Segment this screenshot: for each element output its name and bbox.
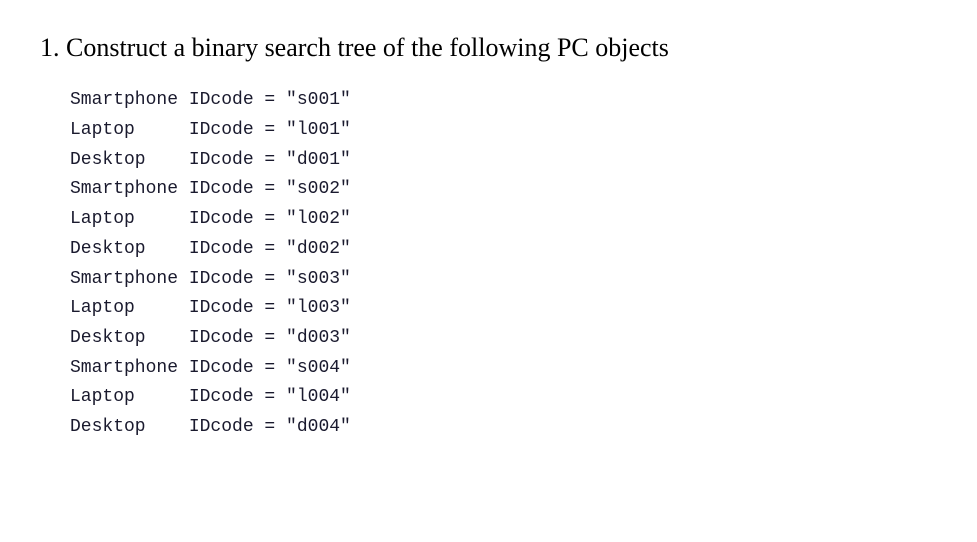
- list-item: Smartphone IDcode = "s003": [70, 265, 937, 295]
- list-item: Laptop IDcode = "l004": [70, 383, 937, 413]
- list-item: Laptop IDcode = "l002": [70, 205, 937, 235]
- list-item: Desktop IDcode = "d002": [70, 235, 937, 265]
- list-item: Laptop IDcode = "l003": [70, 294, 937, 324]
- list-item: Smartphone IDcode = "s002": [70, 175, 937, 205]
- list-item: Smartphone IDcode = "s001": [70, 86, 937, 116]
- list-item: Desktop IDcode = "d003": [70, 324, 937, 354]
- list-item: Desktop IDcode = "d004": [70, 413, 937, 443]
- list-item: Desktop IDcode = "d001": [70, 146, 937, 176]
- page-heading: 1. Construct a binary search tree of the…: [40, 30, 937, 66]
- list-item: Smartphone IDcode = "s004": [70, 354, 937, 384]
- list-item: Laptop IDcode = "l001": [70, 116, 937, 146]
- code-block: Smartphone IDcode = "s001"Laptop IDcode …: [70, 86, 937, 442]
